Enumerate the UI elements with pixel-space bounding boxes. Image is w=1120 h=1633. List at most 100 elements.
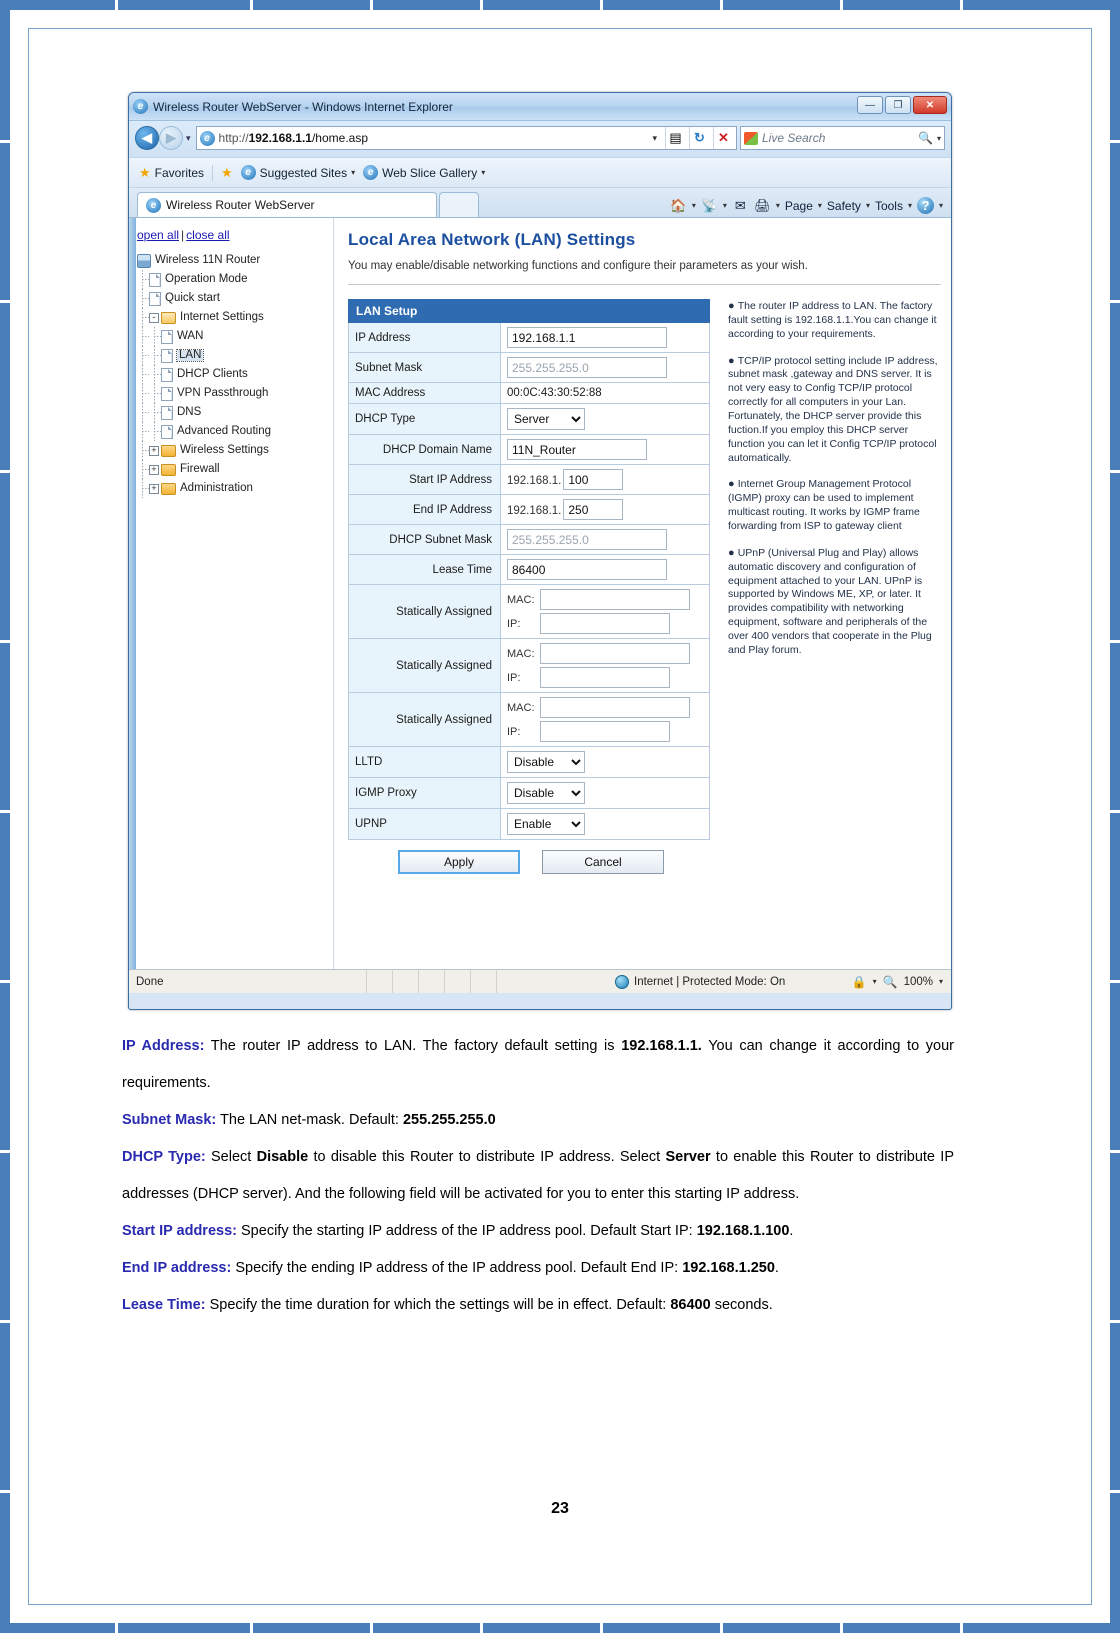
stop-icon[interactable]: ✕ (713, 127, 733, 149)
help-caret-icon[interactable]: ▾ (939, 201, 943, 210)
search-icon[interactable]: 🔍 (918, 131, 933, 145)
tab-bar: e Wireless Router WebServer 🏠 ▾ 📡 ▾ ✉ 🖨 … (129, 187, 951, 217)
feeds-caret-icon[interactable]: ▾ (723, 201, 727, 210)
table-row-upnp: UPNP Enable (348, 808, 710, 840)
safety-caret-icon[interactable]: ▾ (866, 201, 870, 210)
static-mac-input-3[interactable] (540, 697, 690, 718)
sidebar-item-wireless-settings[interactable]: + Wireless Settings (137, 441, 333, 460)
expand-icon[interactable]: + (149, 464, 159, 475)
mail-icon[interactable]: ✉ (732, 197, 749, 214)
tab-wireless-router-webserver[interactable]: e Wireless Router WebServer (137, 192, 437, 217)
privacy-report-icon[interactable]: 🔒 (852, 975, 867, 989)
end-ip-input[interactable] (563, 499, 624, 520)
page-title: Local Area Network (LAN) Settings (348, 230, 636, 249)
dhcp-type-select[interactable]: Server (507, 408, 585, 430)
address-bar[interactable]: e http://192.168.1.1/home.asp ▾ ▤ ↻ ✕ (195, 126, 737, 150)
igmp-proxy-select[interactable]: Disable (507, 782, 585, 804)
sidebar-item-vpn-passthrough[interactable]: VPN Passthrough (137, 384, 333, 403)
home-icon[interactable]: 🏠 (670, 197, 687, 214)
compatibility-view-icon[interactable]: ▤ (665, 127, 685, 149)
feeds-icon[interactable]: 📡 (701, 197, 718, 214)
static-ip-key-2: IP: (507, 671, 521, 684)
tools-caret-icon[interactable]: ▾ (908, 201, 912, 210)
paragraph-end-ip: End IP address: Specify the ending IP ad… (122, 1259, 779, 1276)
page-viewport: open all | close all Wireless 11N Router Op… (129, 217, 951, 969)
dhcp-domain-name-input[interactable] (507, 439, 647, 460)
static-ip-input-3[interactable] (540, 721, 670, 742)
expand-icon[interactable]: + (149, 445, 159, 456)
recent-pages-caret-icon[interactable]: ▾ (186, 133, 191, 144)
page-menu-button[interactable]: Page (785, 199, 813, 213)
security-zone[interactable]: Internet | Protected Mode: On (497, 974, 844, 989)
expand-icon[interactable]: + (149, 483, 159, 494)
page-border-bottom (0, 1623, 1120, 1633)
ip-address-input[interactable] (507, 327, 667, 348)
sidebar-item-dns[interactable]: DNS (137, 403, 333, 422)
sidebar-item-quick-start[interactable]: Quick start (137, 289, 333, 308)
zoom-caret-icon[interactable]: ▾ (939, 977, 943, 986)
doc-icon (161, 367, 173, 382)
help-bullet-2: ● TCP/IP protocol setting include IP add… (728, 354, 941, 466)
sidebar-item-wireless-11n-router[interactable]: Wireless 11N Router (137, 251, 333, 270)
lease-time-input[interactable] (507, 559, 667, 580)
status-slot-3 (419, 970, 445, 993)
sidebar-item-wan[interactable]: WAN (137, 327, 333, 346)
search-caret-icon[interactable]: ▾ (937, 134, 941, 143)
sidebar-item-operation-mode[interactable]: Operation Mode (137, 270, 333, 289)
sidebar-item-label: Quick start (165, 291, 220, 304)
address-dropdown-caret-icon[interactable]: ▾ (648, 133, 661, 144)
table-row-igmp-proxy: IGMP Proxy Disable (348, 777, 710, 809)
new-tab-button[interactable] (439, 192, 479, 217)
privacy-caret-icon[interactable]: ▾ (873, 977, 877, 986)
close-button[interactable]: ✕ (913, 96, 947, 114)
open-all-link[interactable]: open all (137, 228, 179, 242)
lan-setup-header: LAN Setup (348, 299, 710, 323)
subnet-mask-input[interactable] (507, 357, 667, 378)
sidebar-item-dhcp-clients[interactable]: DHCP Clients (137, 365, 333, 384)
zoom-icon[interactable]: 🔍 (883, 975, 898, 989)
minimize-button[interactable]: — (857, 96, 883, 114)
static-ip-input-1[interactable] (540, 613, 670, 634)
close-all-link[interactable]: close all (186, 228, 229, 242)
back-button[interactable]: ◀ (135, 126, 159, 150)
tree-toggle-links: open all | close all (137, 228, 230, 242)
page-caret-icon[interactable]: ▾ (818, 201, 822, 210)
refresh-icon[interactable]: ↻ (689, 127, 709, 149)
suggested-sites-button[interactable]: e Suggested Sites ▾ (240, 165, 355, 180)
static-ip-key-3: IP: (507, 725, 521, 738)
cancel-button[interactable]: Cancel (542, 850, 664, 874)
sidebar-item-administration[interactable]: + Administration (137, 479, 333, 498)
zoom-level[interactable]: 100% (904, 976, 933, 988)
collapse-icon[interactable]: - (149, 312, 159, 323)
start-ip-input[interactable] (563, 469, 624, 490)
safety-menu-button[interactable]: Safety (827, 199, 861, 213)
tree-connector (137, 422, 149, 441)
static-mac-input-1[interactable] (540, 589, 690, 610)
sidebar-item-internet-settings[interactable]: - Internet Settings (137, 308, 333, 327)
sidebar-item-advanced-routing[interactable]: Advanced Routing (137, 422, 333, 441)
static-mac-input-2[interactable] (540, 643, 690, 664)
forward-button[interactable]: ▶ (159, 126, 183, 150)
lltd-select[interactable]: Disable (507, 751, 585, 773)
web-slice-gallery-button[interactable]: e Web Slice Gallery ▾ (363, 165, 485, 180)
static-ip-input-2[interactable] (540, 667, 670, 688)
status-bar: Done Internet | Protected Mode: On 🔒 ▾ 🔍… (129, 969, 951, 993)
router-main-panel: Local Area Network (LAN) Settings You ma… (334, 218, 951, 969)
search-input[interactable]: Live Search 🔍 ▾ (740, 126, 945, 150)
apply-button[interactable]: Apply (398, 850, 520, 874)
sidebar-item-lan[interactable]: LAN (137, 346, 333, 365)
maximize-button[interactable]: ❐ (885, 96, 911, 114)
print-caret-icon[interactable]: ▾ (776, 201, 780, 210)
favorites-button[interactable]: ★ Favorites (139, 165, 204, 181)
upnp-select[interactable]: Enable (507, 813, 585, 835)
add-to-favorites-icon[interactable]: ★ (221, 165, 233, 181)
tree-connector (137, 270, 149, 289)
sidebar-item-firewall[interactable]: + Firewall (137, 460, 333, 479)
table-header-row: LAN Setup (348, 299, 710, 323)
table-row-end-ip: End IP Address 192.168.1. (348, 494, 710, 525)
help-icon[interactable]: ? (916, 197, 934, 214)
home-caret-icon[interactable]: ▾ (692, 201, 696, 210)
tools-menu-button[interactable]: Tools (875, 199, 903, 213)
print-icon[interactable]: 🖨 (754, 197, 771, 214)
dhcp-subnet-mask-input[interactable] (507, 529, 667, 550)
